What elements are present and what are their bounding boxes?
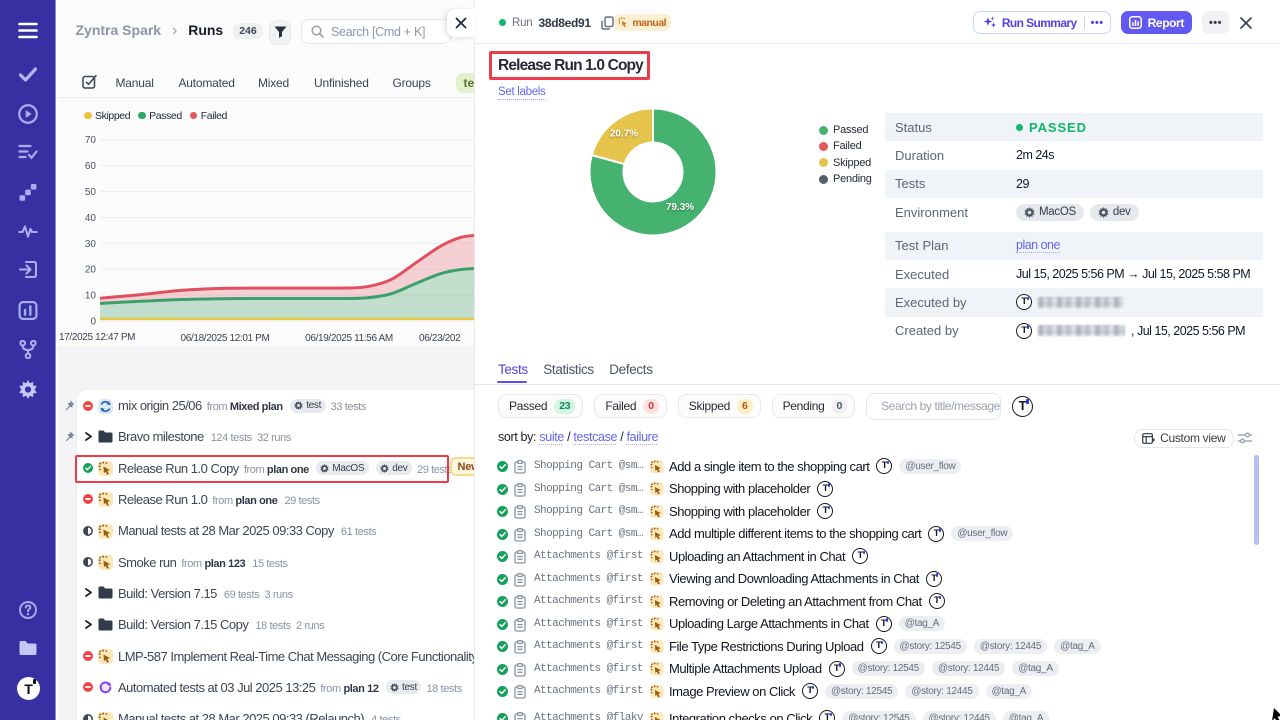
svg-text:06/23/202: 06/23/202 — [419, 333, 461, 344]
svg-text:0: 0 — [90, 317, 96, 328]
svg-text:50: 50 — [84, 187, 96, 198]
svg-text:20.7%: 20.7% — [610, 129, 638, 140]
svg-text:06/18/2025 12:01 PM: 06/18/2025 12:01 PM — [180, 333, 269, 344]
svg-text:10: 10 — [84, 291, 96, 302]
svg-text:70: 70 — [84, 135, 96, 146]
svg-text:60: 60 — [84, 161, 96, 172]
svg-text:79.3%: 79.3% — [666, 202, 694, 213]
svg-text:17/2025 12:47 PM: 17/2025 12:47 PM — [59, 332, 135, 343]
svg-text:40: 40 — [84, 213, 96, 224]
svg-text:20: 20 — [84, 265, 96, 276]
svg-text:06/19/2025 11:56 AM: 06/19/2025 11:56 AM — [305, 333, 393, 344]
svg-text:30: 30 — [84, 239, 96, 250]
